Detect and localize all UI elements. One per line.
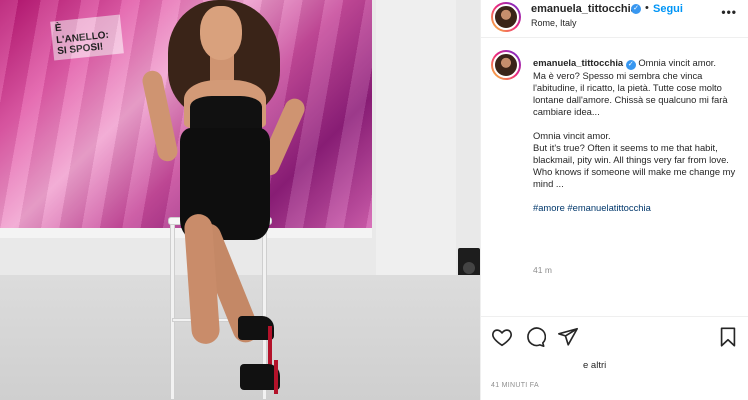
stool-leg: [170, 224, 175, 400]
separator-dot: •: [645, 2, 649, 14]
heart-icon[interactable]: [491, 326, 513, 348]
post-photo[interactable]: È L'ANELLO: SI SPOSI!: [0, 0, 480, 400]
caption-title-2: Omnia vincit amor.: [533, 130, 611, 141]
more-options-icon[interactable]: •••: [721, 5, 737, 19]
red-heel: [274, 360, 278, 394]
bookmark-icon[interactable]: [717, 326, 739, 348]
caption-time-ago: 41 m: [533, 265, 552, 275]
caption-title: Omnia vincit amor.: [638, 57, 716, 68]
verified-badge-icon: ✓: [625, 60, 636, 70]
red-heel: [268, 326, 272, 366]
background-headline: È L'ANELLO: SI SPOSI!: [50, 14, 124, 61]
likes-suffix: e altri: [583, 360, 607, 371]
post-header: emanuela_tittocchia ✓ • Segui Rome, Ital…: [481, 0, 748, 38]
post-date: 41 MINUTI FA: [491, 382, 539, 389]
follow-button[interactable]: Segui: [653, 3, 683, 15]
share-icon[interactable]: [557, 326, 579, 348]
likes-summary[interactable]: e altri: [491, 360, 606, 371]
comment-icon[interactable]: [524, 326, 546, 348]
avatar[interactable]: [491, 2, 521, 32]
post-caption: emanuela_tittocchia ✓ Omnia vincit amor.…: [533, 57, 739, 226]
location-link[interactable]: Rome, Italy: [531, 18, 577, 28]
caption-avatar[interactable]: [491, 50, 521, 80]
caption-italian-text: Ma è vero? Spesso mi sembra che vinca l'…: [533, 70, 728, 117]
caption-username[interactable]: emanuela_tittocchia: [533, 57, 623, 68]
author-username[interactable]: emanuela_tittocchia: [531, 3, 637, 15]
studio-pillar: [376, 0, 456, 275]
dress-top: [190, 96, 262, 132]
caption-english-text: But it's true? Often it seems to me that…: [533, 142, 736, 189]
verified-badge-icon: ✓: [631, 4, 641, 14]
hashtags[interactable]: #amore #emanuelatittocchia: [533, 202, 651, 213]
post-side-panel: emanuela_tittocchia ✓ • Segui Rome, Ital…: [480, 0, 748, 400]
person-face: [200, 6, 242, 60]
action-bar: [481, 316, 748, 356]
